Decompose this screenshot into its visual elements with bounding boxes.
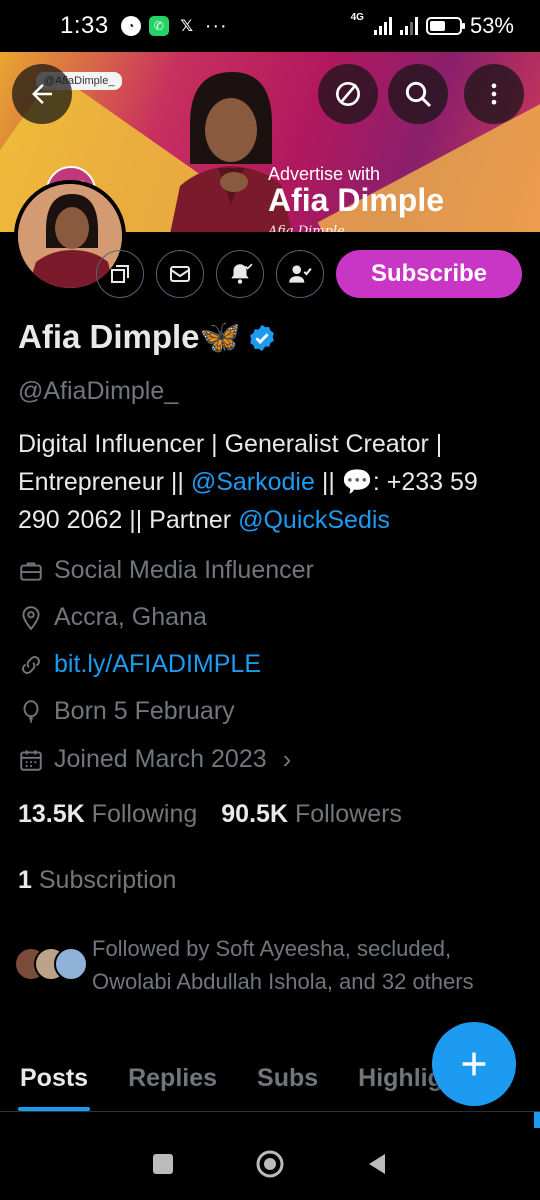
notifications-button[interactable] <box>216 250 264 298</box>
media-button[interactable] <box>96 250 144 298</box>
sticker-button[interactable] <box>318 64 378 124</box>
sticker-icon <box>336 82 360 106</box>
tab-subs[interactable]: Subs <box>237 1048 338 1111</box>
signal-2-icon <box>399 17 418 35</box>
verified-icon[interactable] <box>247 323 277 353</box>
profile-bio: Digital Influencer | Generalist Creator … <box>18 425 523 539</box>
profile-category: Social Media Influencer <box>18 556 314 585</box>
whatsapp-icon: ✆ <box>148 16 169 36</box>
more-vertical-icon <box>491 83 497 105</box>
mention-link[interactable]: @QuickSedis <box>238 506 390 534</box>
back-nav-button[interactable] <box>357 1144 397 1184</box>
search-button[interactable] <box>388 64 448 124</box>
balloon-icon <box>23 699 39 723</box>
display-name-text: Afia Dimple🦋 <box>18 318 241 355</box>
chevron-right-icon: › <box>282 744 292 774</box>
subscriptions-label: Subscription <box>38 866 177 894</box>
square-icon <box>153 1154 174 1174</box>
followers-count: 90.5K <box>221 800 288 828</box>
mention-link[interactable]: @Sarkodie <box>191 468 315 496</box>
follower-avatars <box>14 945 90 985</box>
following-link[interactable]: 13.5K Following <box>18 800 197 829</box>
followed-by[interactable]: Followed by Soft Ayeesha, secluded, Owol… <box>14 932 524 998</box>
tab-replies[interactable]: Replies <box>108 1048 237 1111</box>
scroll-indicator <box>534 1112 540 1128</box>
profile-website-link[interactable]: bit.ly/AFIADIMPLE <box>54 650 261 679</box>
following-button[interactable] <box>276 250 324 298</box>
banner-signature: Afia Dimple <box>268 224 345 232</box>
mail-icon <box>170 266 190 282</box>
profile-website[interactable]: bit.ly/AFIADIMPLE <box>18 650 261 679</box>
system-nav-bar <box>0 1128 540 1200</box>
tab-posts[interactable]: Posts <box>0 1048 108 1111</box>
signal-icon <box>373 17 392 35</box>
display-name: Afia Dimple🦋 <box>18 318 277 357</box>
avatar <box>54 947 88 981</box>
followed-by-text: Followed by Soft Ayeesha, secluded, Owol… <box>92 936 474 994</box>
calendar-icon <box>20 749 42 771</box>
profile-handle: @AfiaDimple_ <box>18 377 179 405</box>
profile-joined-text: Joined March 2023 <box>54 745 267 773</box>
more-options-button[interactable] <box>464 64 524 124</box>
profile-category-text: Social Media Influencer <box>54 556 314 584</box>
profile-birthday-text: Born 5 February <box>54 697 235 725</box>
following-count: 13.5K <box>18 800 85 828</box>
plus-icon <box>462 1052 486 1076</box>
follow-check-icon <box>289 265 312 283</box>
profile-joined[interactable]: Joined March 2023 › <box>18 744 291 775</box>
clock-icon: ◔ <box>120 16 141 36</box>
status-bar: 1:33 ◔ ✆ 𝕏 ··· 4G 53% <box>0 0 540 52</box>
status-system: 4G 53% <box>351 13 514 39</box>
search-icon <box>405 81 432 108</box>
circle-icon <box>256 1150 284 1178</box>
message-button[interactable] <box>156 250 204 298</box>
profile-location-text: Accra, Ghana <box>54 603 207 631</box>
location-icon <box>22 605 40 630</box>
recents-button[interactable] <box>143 1144 183 1184</box>
back-button[interactable] <box>12 64 72 124</box>
bell-icon <box>231 263 253 284</box>
battery-icon <box>425 17 465 35</box>
follow-counts: 13.5K Following 90.5K Followers <box>18 800 402 829</box>
subscribe-button[interactable]: Subscribe <box>336 250 522 298</box>
subscriptions-link[interactable]: 1 Subscription <box>18 866 176 895</box>
back-arrow-icon <box>32 84 52 104</box>
briefcase-icon <box>20 561 42 581</box>
status-time: 1:33 <box>60 12 109 39</box>
subscriptions-count: 1 <box>18 866 32 894</box>
followers-link[interactable]: 90.5K Followers <box>221 800 402 829</box>
home-button[interactable] <box>250 1144 290 1184</box>
network-type: 4G <box>350 12 364 23</box>
banner-name-text: Afia Dimple <box>268 182 445 218</box>
media-icon <box>111 265 129 283</box>
link-icon <box>22 655 40 674</box>
status-notifications: ◔ ✆ 𝕏 ··· <box>120 14 228 38</box>
compose-post-button[interactable] <box>432 1022 516 1106</box>
following-label: Following <box>91 800 198 828</box>
more-notifications-icon: ··· <box>204 14 228 37</box>
followers-label: Followers <box>294 800 402 828</box>
profile-location: Accra, Ghana <box>18 603 207 632</box>
battery-percent: 53% <box>469 13 514 38</box>
triangle-back-icon <box>368 1154 385 1174</box>
x-app-icon: 𝕏 <box>180 18 194 35</box>
profile-birthday: Born 5 February <box>18 697 235 726</box>
